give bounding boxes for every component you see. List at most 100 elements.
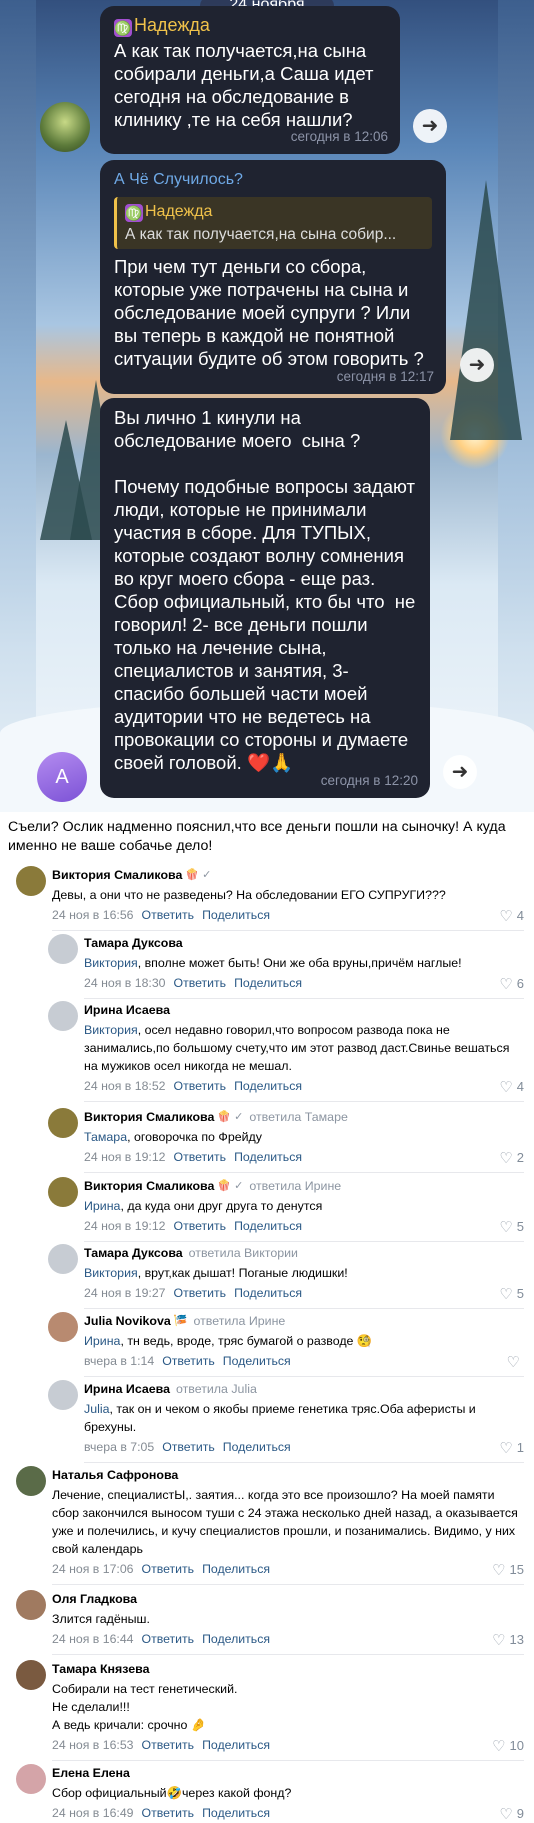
comment-author[interactable]: Оля Гладкова	[52, 1592, 137, 1606]
author-name[interactable]: Julia Novikova	[84, 1314, 171, 1328]
avatar[interactable]	[48, 1177, 78, 1207]
comment-date[interactable]: 24 ноя в 19:27	[84, 1286, 166, 1300]
author-name[interactable]: Ирина Исаева	[84, 1382, 170, 1396]
avatar[interactable]	[48, 1108, 78, 1138]
share-button[interactable]: Поделиться	[234, 1150, 302, 1164]
reply-target-link[interactable]: Julia	[84, 1402, 109, 1416]
author-name[interactable]: Виктория Смаликова	[84, 1179, 214, 1193]
reply-note[interactable]: ответила Виктории	[189, 1246, 298, 1260]
avatar[interactable]	[16, 1590, 46, 1620]
like-button[interactable]: ♡ 1	[499, 1439, 524, 1457]
avatar[interactable]	[16, 1764, 46, 1794]
share-button[interactable]: Поделиться	[202, 1562, 270, 1576]
forward-icon[interactable]: ➜	[443, 755, 477, 789]
share-button[interactable]: Поделиться	[202, 1632, 270, 1646]
share-button[interactable]: Поделиться	[202, 908, 270, 922]
avatar[interactable]	[48, 1312, 78, 1342]
comment-date[interactable]: вчера в 7:05	[84, 1440, 154, 1454]
reply-button[interactable]: Ответить	[142, 908, 195, 922]
comment-author[interactable]: Виктория Смаликова 🍿 ✓ ответила Ирине	[84, 1179, 341, 1193]
message-bubble[interactable]: ♍ Надежда А как так получается,на сына со…	[100, 6, 400, 154]
comment-author[interactable]: Julia Novikova 🎏 ответила Ирине	[84, 1314, 285, 1328]
share-button[interactable]: Поделиться	[234, 1286, 302, 1300]
reply-button[interactable]: Ответить	[174, 976, 227, 990]
author-name[interactable]: Тамара Князева	[52, 1662, 149, 1676]
author-name[interactable]: Тамара Дуксова	[84, 1246, 183, 1260]
like-button[interactable]: ♡ 2	[499, 1149, 524, 1167]
reply-note[interactable]: ответила Ирине	[249, 1179, 341, 1193]
reply-target-link[interactable]: Виктория	[84, 1266, 138, 1280]
comment-date[interactable]: 24 ноя в 18:30	[84, 976, 166, 990]
avatar[interactable]	[48, 934, 78, 964]
like-button[interactable]: ♡ 5	[499, 1285, 524, 1303]
like-button[interactable]: ♡ 13	[492, 1631, 524, 1649]
like-button[interactable]: ♡ 9	[499, 1805, 524, 1823]
comment-author[interactable]: Тамара Дуксова	[84, 936, 183, 950]
share-button[interactable]: Поделиться	[234, 976, 302, 990]
avatar[interactable]	[48, 1244, 78, 1274]
reply-button[interactable]: Ответить	[174, 1286, 227, 1300]
avatar[interactable]	[16, 866, 46, 896]
sender-avatar[interactable]: А	[37, 752, 87, 802]
share-button[interactable]: Поделиться	[223, 1440, 291, 1454]
avatar[interactable]	[16, 1660, 46, 1690]
share-button[interactable]: Поделиться	[234, 1219, 302, 1233]
reply-quote[interactable]: ♍ Надежда А как так получается,на сына со…	[114, 197, 432, 249]
author-name[interactable]: Наталья Сафронова	[52, 1468, 178, 1482]
reply-note[interactable]: ответила Ирине	[193, 1314, 285, 1328]
reply-target-link[interactable]: Ирина	[84, 1199, 120, 1213]
comment-author[interactable]: Тамара Князева	[52, 1662, 149, 1676]
reply-button[interactable]: Ответить	[174, 1150, 227, 1164]
avatar[interactable]	[48, 1001, 78, 1031]
message-bubble[interactable]: А Чё Случилось? ♍ Надежда А как так получ…	[100, 160, 446, 394]
reply-target-link[interactable]: Виктория	[84, 956, 138, 970]
comment-date[interactable]: 24 ноя в 16:53	[52, 1738, 134, 1752]
author-name[interactable]: Оля Гладкова	[52, 1592, 137, 1606]
reply-button[interactable]: Ответить	[174, 1079, 227, 1093]
author-name[interactable]: Виктория Смаликова	[84, 1110, 214, 1124]
author-name[interactable]: Тамара Дуксова	[84, 936, 183, 950]
comment-author[interactable]: Виктория Смаликова 🍿 ✓ ответила Тамаре	[84, 1110, 348, 1124]
sender-avatar[interactable]	[40, 102, 90, 152]
comment-date[interactable]: 24 ноя в 19:12	[84, 1219, 166, 1233]
reply-target-link[interactable]: Виктория	[84, 1023, 138, 1037]
reply-button[interactable]: Ответить	[142, 1562, 195, 1576]
like-button[interactable]: ♡ 4	[499, 1078, 524, 1096]
share-button[interactable]: Поделиться	[223, 1354, 291, 1368]
like-button[interactable]: ♡ 5	[499, 1218, 524, 1236]
reply-note[interactable]: ответила Julia	[176, 1382, 257, 1396]
avatar[interactable]	[16, 1466, 46, 1496]
comment-author[interactable]: Тамара Дуксова ответила Виктории	[84, 1246, 298, 1260]
comment-author[interactable]: Ирина Исаева ответила Julia	[84, 1382, 257, 1396]
forward-icon[interactable]: ➜	[413, 109, 447, 143]
reply-target-link[interactable]: Ирина	[84, 1334, 120, 1348]
like-button[interactable]: ♡ 10	[492, 1737, 524, 1755]
share-button[interactable]: Поделиться	[234, 1079, 302, 1093]
comment-author[interactable]: Ирина Исаева	[84, 1003, 170, 1017]
comment-date[interactable]: 24 ноя в 18:52	[84, 1079, 166, 1093]
reply-button[interactable]: Ответить	[174, 1219, 227, 1233]
reply-button[interactable]: Ответить	[142, 1632, 195, 1646]
comment-date[interactable]: 24 ноя в 16:44	[52, 1632, 134, 1646]
reply-button[interactable]: Ответить	[162, 1440, 215, 1454]
reply-target-link[interactable]: Тамара	[84, 1130, 127, 1144]
forward-icon[interactable]: ➜	[460, 348, 494, 382]
like-button[interactable]: ♡	[507, 1353, 524, 1371]
comment-author[interactable]: Елена Елена	[52, 1766, 130, 1780]
like-button[interactable]: ♡ 6	[499, 975, 524, 993]
like-button[interactable]: ♡ 15	[492, 1561, 524, 1579]
share-button[interactable]: Поделиться	[202, 1738, 270, 1752]
comment-date[interactable]: 24 ноя в 19:12	[84, 1150, 166, 1164]
author-name[interactable]: Ирина Исаева	[84, 1003, 170, 1017]
author-name[interactable]: Елена Елена	[52, 1766, 130, 1780]
comment-date[interactable]: вчера в 1:14	[84, 1354, 154, 1368]
comment-author[interactable]: Виктория Смаликова 🍿 ✓	[52, 868, 211, 882]
message-bubble[interactable]: Вы лично 1 кинули на обследование моего …	[100, 398, 430, 798]
comment-author[interactable]: Наталья Сафронова	[52, 1468, 178, 1482]
avatar[interactable]	[48, 1380, 78, 1410]
reply-button[interactable]: Ответить	[162, 1354, 215, 1368]
like-button[interactable]: ♡ 4	[499, 907, 524, 925]
reply-button[interactable]: Ответить	[142, 1738, 195, 1752]
comment-date[interactable]: 24 ноя в 16:56	[52, 908, 134, 922]
reply-note[interactable]: ответила Тамаре	[249, 1110, 347, 1124]
